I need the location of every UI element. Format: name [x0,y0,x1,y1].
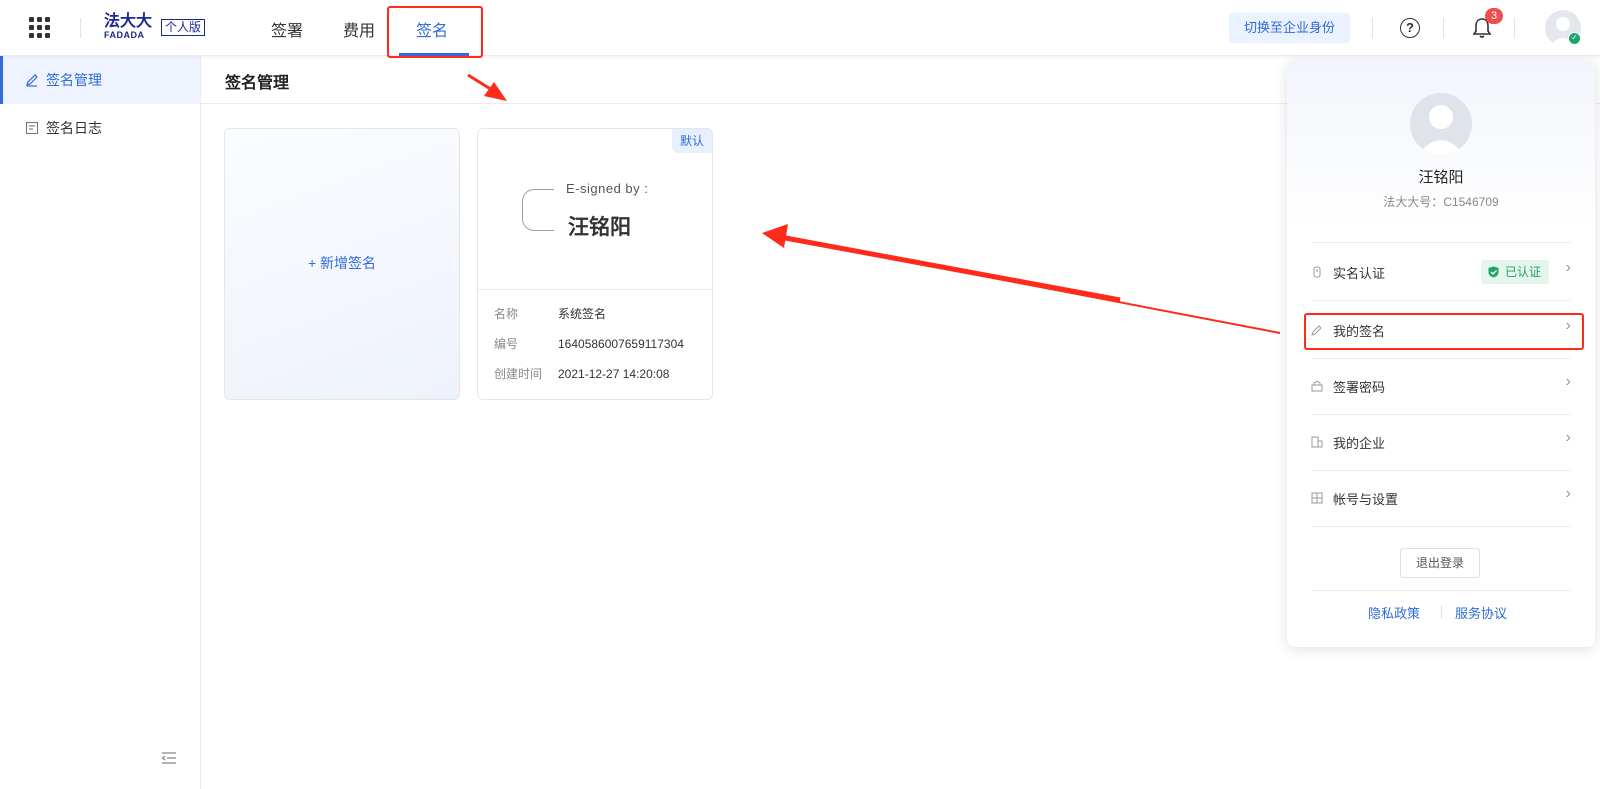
info-key: 名称 [494,307,519,321]
chevron-right-icon: › [1565,429,1571,446]
chevron-right-icon: › [1565,259,1571,276]
header-divider [1514,18,1515,38]
sidebar: 签名管理 签名日志 [0,56,201,789]
pen-icon [26,74,38,87]
chevron-right-icon: › [1565,485,1571,502]
page-title: 签名管理 [225,75,290,92]
chevron-right-icon: › [1565,373,1571,390]
info-key: 创建时间 [494,367,543,381]
panel-divider [1311,300,1571,301]
header-divider [80,18,81,38]
panel-divider [1311,242,1571,243]
signature-card[interactable]: 默认 E-signed by : 汪铭阳 名称 系统签名 编号 1640586007… [477,128,713,400]
add-signature-label: + 新增签名 [307,255,377,271]
top-header: 法大大 FADADA 个人版 签署 费用 签名 切换至企业身份 ? 3 ✓ [0,0,1600,56]
verified-badge: 已认证 [1481,260,1550,284]
verified-check-icon: ✓ [1568,32,1581,45]
menu-item-real-name-verification[interactable]: 实名认证 已认证 › [1311,244,1571,300]
menu-item-account-settings[interactable]: 帐号与设置 › [1311,470,1571,526]
logo-text: 法大大 [104,13,153,30]
lock-icon [1311,381,1323,392]
log-icon [25,121,39,135]
sidebar-item-signature-management[interactable]: 签名管理 [0,56,200,104]
collapse-sidebar-icon[interactable] [161,751,177,765]
tab-signing[interactable]: 签署 [271,17,303,41]
menu-label: 签署密码 [1333,380,1386,395]
sidebar-item-label: 签名日志 [46,120,102,136]
header-divider [1443,18,1444,38]
link-divider [1441,605,1442,619]
tab-billing[interactable]: 费用 [343,17,375,41]
shield-check-icon [1488,266,1499,278]
menu-label: 实名认证 [1333,266,1386,281]
apps-grid-icon[interactable] [29,17,51,39]
default-badge: 默认 [671,129,712,153]
annotation-box-my-signature [1304,313,1584,350]
annotation-box-signature-tab [387,6,483,58]
avatar-silhouette-icon [1418,105,1464,155]
signature-name: 汪铭阳 [568,216,631,239]
user-name: 汪铭阳 [1418,169,1464,186]
panel-divider [1311,590,1571,591]
card-divider [478,289,712,290]
id-icon [1313,266,1321,278]
info-value: 1640586007659117304 [558,337,684,351]
sidebar-item-label: 签名管理 [46,72,102,88]
help-icon[interactable]: ? [1400,18,1420,38]
sidebar-item-signature-log[interactable]: 签名日志 [0,104,200,152]
privacy-policy-link[interactable]: 隐私政策 [1368,603,1420,622]
info-key: 编号 [494,337,519,351]
settings-icon [1311,492,1323,504]
verified-label: 已认证 [1505,265,1542,279]
panel-avatar [1410,93,1472,155]
add-signature-card[interactable]: + 新增签名 [224,128,460,400]
user-dropdown-panel: 汪铭阳 法大大号：C1546709 实名认证 已认证 › 我的签名 › 签署密码… [1287,60,1595,647]
logout-button[interactable]: 退出登录 [1400,548,1480,578]
signature-bracket [522,189,554,231]
fadada-logo[interactable]: 法大大 FADADA [104,13,152,40]
esigned-by-text: E-signed by : [566,181,649,196]
info-value: 2021-12-27 14:20:08 [558,367,670,381]
menu-item-signing-password[interactable]: 签署密码 › [1311,358,1571,414]
service-agreement-link[interactable]: 服务协议 [1455,603,1507,622]
panel-divider [1311,526,1571,527]
menu-item-my-enterprise[interactable]: 我的企业 › [1311,414,1571,470]
menu-label: 我的企业 [1333,436,1386,451]
header-divider [1372,18,1373,38]
edition-badge: 个人版 [161,19,206,36]
menu-label: 帐号与设置 [1333,492,1399,507]
account-id: 法大大号：C1546709 [1383,195,1499,209]
signature-info-row: 创建时间 2021-12-27 14:20:08 [494,365,669,382]
logo-subtext: FADADA [104,30,145,40]
notification-badge: 3 [1485,8,1503,24]
signature-info-row: 名称 系统签名 [494,305,606,322]
info-value: 系统签名 [558,307,607,321]
switch-to-enterprise-button[interactable]: 切换至企业身份 [1229,13,1350,43]
signature-info-row: 编号 1640586007659117304 [494,335,684,352]
building-icon [1311,436,1323,448]
